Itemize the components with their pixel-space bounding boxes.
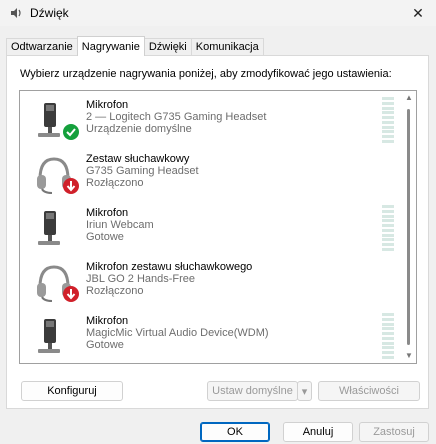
microphone-icon: [32, 315, 76, 359]
close-button[interactable]: ✕: [400, 0, 436, 26]
tab-playback[interactable]: Odtwarzanie: [6, 38, 78, 55]
device-status: Urządzenie domyślne: [86, 123, 192, 135]
device-text: Mikrofon 2 — Logitech G735 Gaming Headse…: [86, 99, 266, 135]
window-title: Dźwięk: [30, 6, 69, 20]
level-meter: [382, 313, 394, 359]
ok-button[interactable]: OK: [200, 422, 270, 442]
disconnected-arrow-icon: [62, 285, 80, 306]
tab-sounds[interactable]: Dźwięki: [143, 38, 192, 55]
device-status: Gotowe: [86, 339, 124, 351]
device-status: Rozłączono: [86, 285, 144, 297]
tab-communications[interactable]: Komunikacja: [190, 38, 264, 55]
tab-recording[interactable]: Nagrywanie: [76, 36, 145, 56]
device-text: Zestaw słuchawkowy G735 Gaming Headset R…: [86, 153, 199, 189]
instruction-text: Wybierz urządzenie nagrywania poniżej, a…: [20, 68, 392, 80]
set-default-button[interactable]: Ustaw domyślne: [207, 381, 298, 401]
set-default-dropdown-arrow[interactable]: ▾: [297, 381, 312, 401]
device-status: Rozłączono: [86, 177, 144, 189]
device-name: Mikrofon: [86, 99, 129, 111]
device-description: MagicMic Virtual Audio Device(WDM): [86, 327, 269, 339]
device-text: Mikrofon MagicMic Virtual Audio Device(W…: [86, 315, 269, 351]
level-meter: [382, 97, 394, 143]
disconnected-arrow-icon: [62, 177, 80, 198]
list-item-device[interactable]: Mikrofon 2 — Logitech G735 Gaming Headse…: [20, 93, 402, 145]
configure-button[interactable]: Konfiguruj: [21, 381, 123, 401]
device-list[interactable]: Mikrofon 2 — Logitech G735 Gaming Headse…: [19, 90, 417, 364]
title-bar: Dźwięk ✕: [0, 0, 436, 26]
default-check-icon: [62, 123, 80, 144]
device-description: JBL GO 2 Hands-Free: [86, 273, 196, 285]
device-name: Mikrofon zestawu słuchawkowego: [86, 261, 253, 273]
scroll-down-arrow-icon[interactable]: ▼: [404, 351, 414, 361]
apply-button[interactable]: Zastosuj: [359, 422, 429, 442]
list-item-device[interactable]: Mikrofon Iriun Webcam Gotowe: [20, 201, 402, 253]
device-name: Mikrofon: [86, 315, 129, 327]
device-name: Zestaw słuchawkowy: [86, 153, 190, 165]
list-scrollbar[interactable]: ▲ ▼: [402, 91, 416, 363]
list-item-device[interactable]: Zestaw słuchawkowy G735 Gaming Headset R…: [20, 147, 402, 199]
scroll-thumb[interactable]: [407, 109, 410, 345]
device-status: Gotowe: [86, 231, 124, 243]
properties-button[interactable]: Właściwości: [318, 381, 420, 401]
cancel-button[interactable]: Anuluj: [283, 422, 353, 442]
level-meter: [382, 205, 394, 251]
microphone-icon: [32, 207, 76, 251]
recording-panel: Wybierz urządzenie nagrywania poniżej, a…: [6, 55, 429, 409]
device-description: Iriun Webcam: [86, 219, 154, 231]
device-description: 2 — Logitech G735 Gaming Headset: [86, 111, 267, 123]
device-description: G735 Gaming Headset: [86, 165, 199, 177]
list-item-device[interactable]: Mikrofon zestawu słuchawkowego JBL GO 2 …: [20, 255, 402, 307]
device-text: Mikrofon zestawu słuchawkowego JBL GO 2 …: [86, 261, 252, 297]
device-text: Mikrofon Iriun Webcam Gotowe: [86, 207, 154, 243]
device-name: Mikrofon: [86, 207, 129, 219]
tab-strip: Odtwarzanie Nagrywanie Dźwięki Komunikac…: [6, 36, 264, 56]
list-item-device[interactable]: Mikrofon MagicMic Virtual Audio Device(W…: [20, 309, 402, 361]
speaker-icon: [8, 5, 24, 21]
scroll-up-arrow-icon[interactable]: ▲: [404, 93, 414, 103]
